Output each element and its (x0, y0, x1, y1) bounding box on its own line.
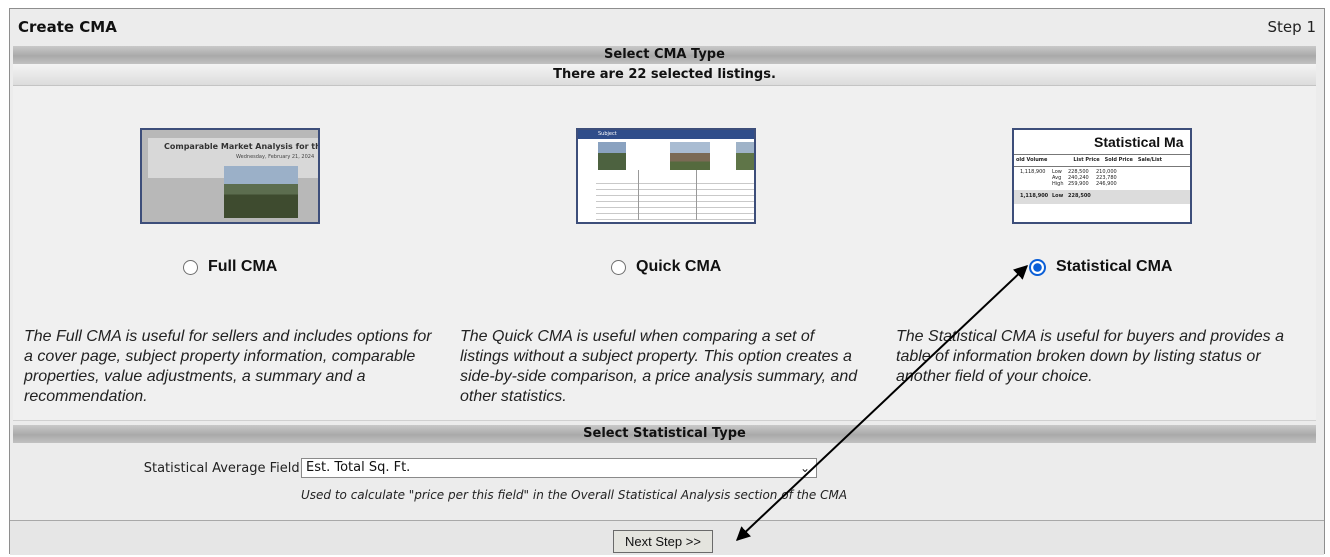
statistical-cma-description: The Statistical CMA is useful for buyers… (896, 328, 1285, 385)
next-step-button[interactable]: Next Step >> (613, 530, 713, 553)
full-cma-label[interactable]: Full CMA (208, 258, 277, 276)
title-bar: Create CMA Step 1 (10, 9, 1324, 45)
stat-thumb-cell: 228,500 (1068, 193, 1091, 199)
house-photo (224, 166, 298, 218)
quick-cma-option[interactable]: Quick CMA (611, 258, 721, 276)
statistical-field-hint: Used to calculate "price per this field"… (301, 488, 848, 502)
statistical-average-field-select[interactable]: Est. Total Sq. Ft. ⌄ (301, 458, 817, 478)
quick-cma-thumb-header: Subject (598, 131, 617, 137)
stat-thumb-cell: 259,900 (1068, 181, 1089, 187)
quick-cma-radio[interactable] (611, 259, 626, 275)
full-cma-thumbnail[interactable]: Comparable Market Analysis for th Wednes… (140, 128, 320, 224)
quick-cma-thumbnail[interactable]: Subject (576, 128, 756, 224)
stat-thumb-cell (1096, 193, 1122, 199)
full-cma-thumb-date: Wednesday, February 21, 2024 (236, 154, 315, 160)
stat-thumb-cell: 246,900 (1096, 181, 1117, 187)
stat-thumb-cell: High (1052, 181, 1064, 187)
selected-listings-count: There are 22 selected listings. (13, 64, 1316, 86)
step-indicator: Step 1 (1267, 18, 1316, 36)
stat-thumb-col-1: List Price (1073, 157, 1100, 163)
stat-thumb-col-2: Sold Price (1104, 157, 1133, 163)
page-title: Create CMA (18, 18, 117, 36)
statistical-average-field-label: Statistical Average Field: (143, 461, 304, 476)
statistical-cma-option[interactable]: Statistical CMA (1029, 258, 1172, 276)
statistical-cma-label[interactable]: Statistical CMA (1056, 258, 1172, 276)
create-cma-panel: Create CMA Step 1 Select CMA Type There … (9, 8, 1325, 555)
select-statistical-type-bar: Select Statistical Type (13, 425, 1316, 443)
stat-thumb-cell: Low (1052, 193, 1064, 199)
full-cma-description: The Full CMA is useful for sellers and i… (24, 328, 432, 405)
stat-thumb-col-0: old Volume (1016, 157, 1048, 163)
select-value: Est. Total Sq. Ft. (306, 460, 411, 475)
full-cma-radio[interactable] (183, 259, 198, 275)
statistical-cma-thumb-title: Statistical Ma (1094, 134, 1184, 150)
chevron-down-icon[interactable]: ⌄ (800, 459, 810, 477)
stat-thumb-cell: 1,118,900 (1020, 193, 1049, 199)
stat-thumb-cell (1020, 181, 1050, 187)
quick-cma-description: The Quick CMA is useful when comparing a… (460, 328, 858, 405)
statistical-cma-thumbnail[interactable]: Statistical Ma old Volume List Price Sol… (1012, 128, 1192, 224)
cma-type-options: Comparable Market Analysis for th Wednes… (13, 86, 1316, 421)
stat-thumb-col-3: Sale/List (1137, 157, 1163, 163)
select-cma-type-bar: Select CMA Type (13, 46, 1316, 64)
full-cma-thumb-title: Comparable Market Analysis for th (164, 142, 320, 151)
statistical-cma-radio[interactable] (1029, 258, 1046, 276)
quick-cma-label[interactable]: Quick CMA (636, 258, 721, 276)
full-cma-option[interactable]: Full CMA (183, 258, 277, 276)
footer: Next Step >> (10, 520, 1324, 555)
